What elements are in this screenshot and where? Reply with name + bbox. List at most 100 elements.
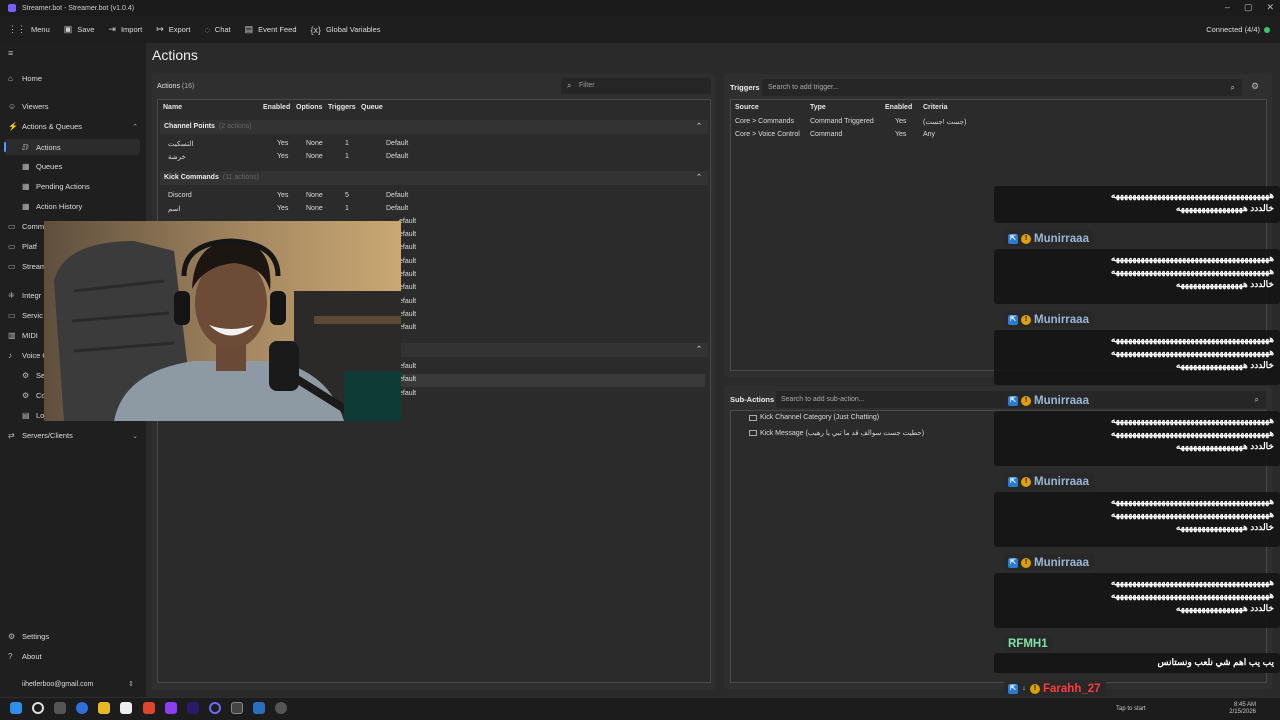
commands-icon: ▭ bbox=[8, 222, 16, 231]
sidebar-item-voice-sub2[interactable]: ⚙ Co bbox=[22, 391, 46, 400]
premiere-icon[interactable] bbox=[187, 702, 199, 714]
app-icon[interactable] bbox=[165, 702, 177, 714]
import-button[interactable]: ⇥ Import bbox=[108, 24, 142, 35]
tap-to-start[interactable]: Tap to start bbox=[1116, 706, 1146, 712]
col-options[interactable]: Options bbox=[296, 104, 322, 111]
chevron-up-icon: ⌃ bbox=[696, 346, 702, 353]
edge-icon[interactable] bbox=[76, 702, 88, 714]
col-enabled[interactable]: Enabled bbox=[885, 104, 912, 111]
sidebar-item-voice-sub1[interactable]: ⚙ Se bbox=[22, 371, 45, 380]
trigger-row[interactable]: Core > Voice Control Command Yes Any bbox=[735, 131, 1235, 143]
sidebar-item-pending-actions[interactable]: ▦ Pending Actions bbox=[22, 182, 90, 191]
table-row[interactable]: التسكيت Yes None 1 Default bbox=[160, 138, 708, 151]
sidebar-item-voice-sub3[interactable]: ▤ Lo bbox=[22, 411, 44, 420]
col-queue[interactable]: Queue bbox=[361, 104, 383, 111]
taskbar: Tap to start 8:45 AM 2/15/2026 bbox=[0, 697, 1280, 720]
sidebar-item-about[interactable]: ? About bbox=[8, 652, 42, 661]
notion-icon[interactable] bbox=[120, 702, 132, 714]
table-row[interactable]: اسم Yes None 1 Default bbox=[160, 203, 708, 216]
history-icon: ▦ bbox=[22, 202, 30, 211]
verified-badge-icon: ! bbox=[1021, 314, 1031, 325]
sidebar-item-services[interactable]: ▭ Servic bbox=[8, 311, 43, 320]
hamburger-icon[interactable]: ≡ bbox=[8, 48, 13, 58]
title-bar: Streamer.bot - Streamer.bot (v1.0.4) – ▢… bbox=[0, 0, 1280, 16]
chat-username: ⇱! Munirraaa bbox=[1004, 311, 1094, 327]
chat-button[interactable]: ◌ Chat bbox=[204, 25, 230, 35]
col-name[interactable]: Name bbox=[163, 104, 182, 111]
save-button[interactable]: ▣ Save bbox=[64, 24, 95, 35]
start-windows-icon[interactable] bbox=[10, 702, 22, 714]
kick-badge-icon: ⇱ bbox=[1008, 314, 1018, 325]
sidebar-item-platforms[interactable]: ▭ Platf bbox=[8, 242, 37, 251]
obs-icon[interactable] bbox=[209, 702, 221, 714]
system-clock[interactable]: 8:45 AM 2/15/2026 bbox=[1229, 702, 1256, 716]
app-icon[interactable] bbox=[253, 702, 265, 714]
sidebar-item-voice[interactable]: ♪ Voice C bbox=[8, 351, 48, 360]
sidebar-item-action-history[interactable]: ▦ Action History bbox=[22, 202, 82, 211]
col-type[interactable]: Type bbox=[810, 104, 826, 111]
trigger-search-input[interactable]: Search to add trigger... ⌕ bbox=[762, 79, 1242, 96]
sidebar-item-commands[interactable]: ▭ Comm bbox=[8, 222, 44, 231]
sidebar-item-home[interactable]: ⌂ Home bbox=[8, 74, 42, 83]
verified-badge-icon: ! bbox=[1021, 395, 1031, 406]
group-channel-points[interactable]: Channel Points (2 actions) ⌃ bbox=[160, 120, 708, 134]
list-icon: ▤ bbox=[22, 411, 30, 420]
platforms-icon: ▭ bbox=[8, 242, 16, 251]
close-button[interactable]: ✕ bbox=[1266, 2, 1274, 13]
trigger-settings-gear-icon[interactable]: ⚙ bbox=[1251, 81, 1259, 92]
sidebar-item-stream[interactable]: ▭ Stream bbox=[8, 262, 46, 271]
settings-icon[interactable] bbox=[275, 702, 287, 714]
subaction-item[interactable]: Kick Message (حطيت جست سوالف قد ما تبي ي… bbox=[749, 429, 924, 437]
gear-icon: ⚙ bbox=[8, 632, 16, 641]
actions-filter-input[interactable]: ⌕ Filter bbox=[561, 78, 711, 94]
event-feed-icon: ▤ bbox=[244, 24, 254, 34]
subactions-title: Sub-Actions bbox=[730, 395, 775, 404]
sidebar-item-viewers[interactable]: ☺ Viewers bbox=[8, 102, 49, 111]
app-logo-icon bbox=[8, 4, 16, 12]
col-criteria[interactable]: Criteria bbox=[923, 104, 948, 111]
chat-username: ⇱! Munirraaa bbox=[1004, 230, 1094, 246]
file-explorer-icon[interactable] bbox=[98, 702, 110, 714]
table-row[interactable]: خرشة Yes None 1 Default bbox=[160, 151, 708, 164]
chevron-up-icon: ⌃ bbox=[696, 174, 702, 181]
search-icon[interactable] bbox=[32, 702, 44, 714]
col-source[interactable]: Source bbox=[735, 104, 759, 111]
chat-username: ⇱! Munirraaa bbox=[1004, 554, 1094, 570]
verified-badge-icon: ! bbox=[1030, 683, 1040, 694]
page-title: Actions bbox=[152, 47, 198, 63]
connection-status[interactable]: Connected (4/4) bbox=[1206, 25, 1270, 34]
event-feed-button[interactable]: ▤ Event Feed bbox=[245, 24, 297, 35]
sidebar-item-midi[interactable]: ▥ MIDI bbox=[8, 331, 38, 340]
streamerbot-taskbar-icon[interactable] bbox=[231, 702, 243, 714]
account-chevron-icon[interactable]: ⇕ bbox=[128, 680, 134, 688]
sidebar-item-actions-queues[interactable]: ⚡ Actions & Queues ⌃ bbox=[8, 122, 138, 131]
sidebar-item-settings[interactable]: ⚙ Settings bbox=[8, 632, 49, 641]
account-email[interactable]: iihetlerboo@gmail.com bbox=[22, 681, 93, 688]
chat-icon: ◌ bbox=[204, 24, 210, 35]
subaction-item[interactable]: Kick Channel Category (Just Chatting) bbox=[749, 414, 879, 421]
minimize-button[interactable]: – bbox=[1225, 2, 1230, 13]
menu-button[interactable]: ⋮⋮ Menu bbox=[8, 24, 50, 35]
triggers-title: Triggers bbox=[730, 83, 760, 92]
col-triggers[interactable]: Triggers bbox=[328, 104, 356, 111]
chat-username: RFMH1 bbox=[1004, 635, 1053, 651]
webcam-image bbox=[44, 221, 401, 421]
sidebar-item-servers-clients[interactable]: ⇄ Servers/Clients ⌄ bbox=[8, 431, 138, 440]
trigger-row[interactable]: Core > Commands Command Triggered Yes (جست … bbox=[735, 118, 1235, 130]
maximize-button[interactable]: ▢ bbox=[1244, 2, 1253, 13]
chevron-down-icon: ⌄ bbox=[132, 432, 138, 440]
sidebar-item-actions[interactable]: ⅅ Actions bbox=[4, 139, 140, 155]
global-variables-button[interactable]: {x} Global Variables bbox=[311, 25, 381, 35]
chat-message: ههههههههههههههههههههههههههههههههههههههه ه… bbox=[994, 492, 1280, 547]
brave-icon[interactable] bbox=[143, 702, 155, 714]
sidebar-item-integrations[interactable]: ⁜ Integr bbox=[8, 291, 41, 300]
services-icon: ▭ bbox=[8, 311, 16, 320]
group-kick-commands[interactable]: Kick Commands (11 actions) ⌃ bbox=[160, 171, 708, 185]
task-view-icon[interactable] bbox=[54, 702, 66, 714]
home-icon: ⌂ bbox=[8, 74, 13, 83]
sidebar-item-queues[interactable]: ▦ Queues bbox=[22, 162, 62, 171]
down-arrow-icon: ↓ bbox=[1022, 684, 1026, 692]
table-row[interactable]: Discord Yes None 5 Default bbox=[160, 190, 708, 203]
col-enabled[interactable]: Enabled bbox=[263, 104, 290, 111]
export-button[interactable]: ↦ Export bbox=[156, 24, 190, 35]
